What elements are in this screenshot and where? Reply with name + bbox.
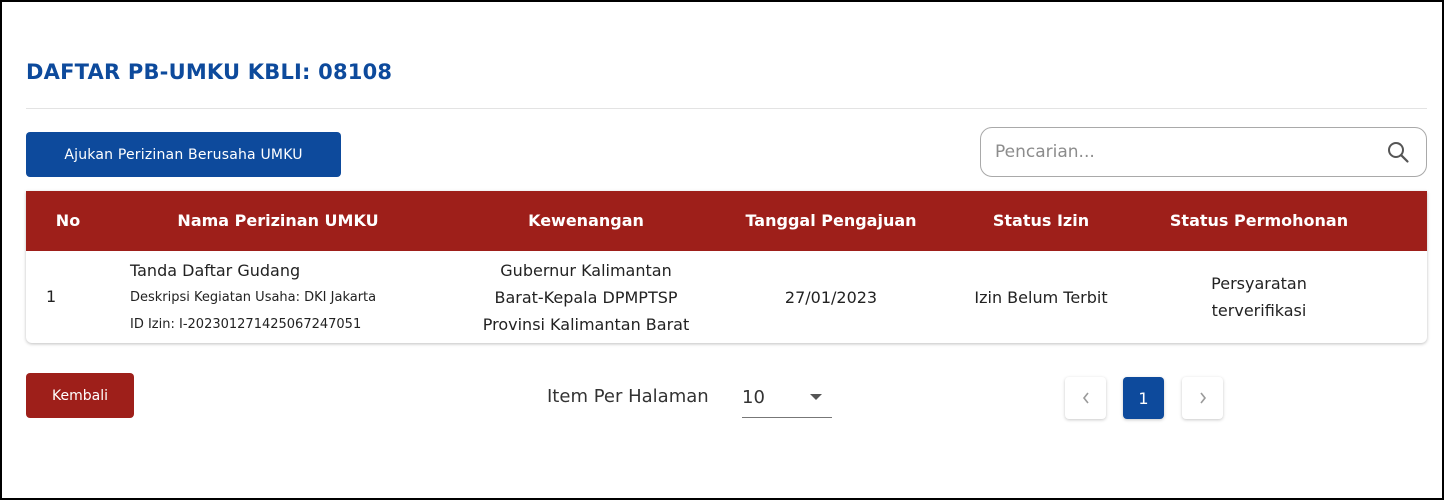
header-tanggal: Tanggal Pengajuan [745,211,917,230]
search-icon[interactable] [1386,140,1410,164]
row-kewenangan-line3: Provinsi Kalimantan Barat [482,315,690,334]
table-header: No Nama Perizinan UMKU Kewenangan Tangga… [26,191,1427,251]
row-kewenangan-line1: Gubernur Kalimantan [500,261,672,280]
back-button[interactable]: Kembali [26,373,134,418]
page-frame: DAFTAR PB-UMKU KBLI: 08108 Ajukan Perizi… [0,0,1444,500]
page-title: DAFTAR PB-UMKU KBLI: 08108 [26,60,393,84]
row-status-permohonan-line1: Persyaratan [1211,274,1307,293]
row-status-permohonan-line2: terverifikasi [1211,301,1307,320]
chevron-right-icon [1199,392,1206,404]
prev-page-button[interactable] [1065,377,1106,419]
search-input[interactable] [995,128,1365,176]
row-status-izin: Izin Belum Terbit [974,288,1108,307]
header-nama: Nama Perizinan UMKU [177,211,379,230]
chevron-down-icon [810,394,822,400]
header-no: No [55,211,81,230]
header-status-permohonan: Status Permohonan [1169,211,1349,230]
submit-umku-button[interactable]: Ajukan Perizinan Berusaha UMKU [26,132,341,177]
items-per-page-label: Item Per Halaman [547,386,709,407]
search-box[interactable] [980,127,1427,177]
title-divider [26,108,1427,109]
page-1-button[interactable]: 1 [1123,377,1164,419]
umku-table: No Nama Perizinan UMKU Kewenangan Tangga… [26,191,1427,343]
items-per-page-value: 10 [742,387,765,408]
table-row: 1 Tanda Daftar Gudang Deskripsi Kegiatan… [26,251,1427,343]
row-nama-perizinan: Tanda Daftar Gudang [130,261,301,280]
row-kewenangan-line2: Barat-Kepala DPMPTSP [494,288,678,307]
items-per-page-select[interactable]: 10 [742,380,832,418]
next-page-button[interactable] [1182,377,1223,419]
row-tanggal: 27/01/2023 [784,288,878,307]
header-kewenangan: Kewenangan [528,211,644,230]
row-no: 1 [46,287,57,306]
row-deskripsi: Deskripsi Kegiatan Usaha: DKI Jakarta [130,290,377,305]
row-id-izin: ID Izin: I-202301271425067247051 [130,317,362,332]
chevron-left-icon [1082,392,1089,404]
header-status-izin: Status Izin [992,211,1090,230]
